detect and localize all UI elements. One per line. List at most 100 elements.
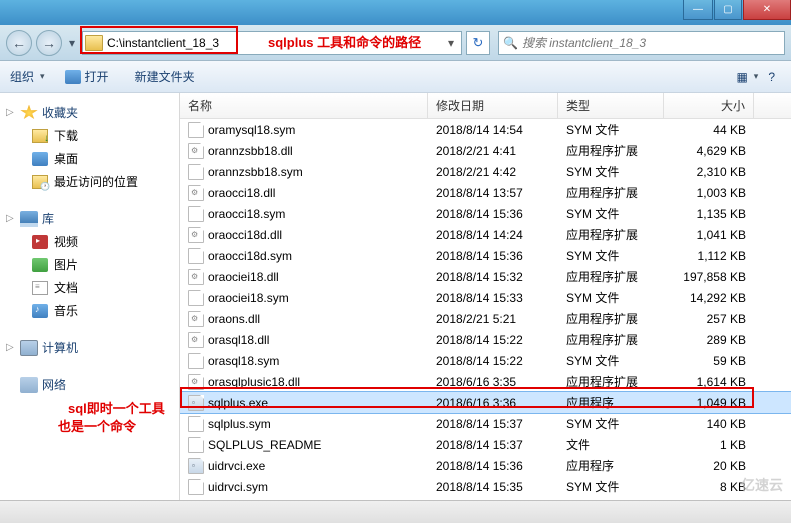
new-folder-button[interactable]: 新建文件夹 — [135, 68, 201, 85]
sidebar-computer[interactable]: ▷计算机 — [0, 336, 179, 359]
pic-icon — [32, 258, 48, 272]
col-type[interactable]: 类型 — [558, 93, 664, 118]
file-name: oraocci18d.dll — [208, 228, 282, 242]
file-row[interactable]: orasql18.sym2018/8/14 15:22SYM 文件59 KB — [180, 350, 791, 371]
doc-icon — [32, 281, 48, 295]
maximize-button[interactable]: ▢ — [714, 0, 742, 20]
file-date: 2018/2/21 4:42 — [428, 165, 558, 179]
file-row[interactable]: oraons.dll2018/2/21 5:21应用程序扩展257 KB — [180, 308, 791, 329]
sidebar-item[interactable]: 桌面 — [0, 147, 179, 170]
open-label: 打开 — [85, 68, 109, 85]
back-button[interactable]: ← — [6, 30, 32, 56]
file-row[interactable]: sqlplus.sym2018/8/14 15:37SYM 文件140 KB — [180, 413, 791, 434]
file-row[interactable]: oramysql18.sym2018/8/14 14:54SYM 文件44 KB — [180, 119, 791, 140]
col-date[interactable]: 修改日期 — [428, 93, 558, 118]
file-icon — [188, 185, 204, 201]
sidebar-item[interactable]: 下载 — [0, 124, 179, 147]
file-icon — [188, 353, 204, 369]
file-icon — [188, 248, 204, 264]
history-dropdown[interactable]: ▾ — [66, 36, 78, 50]
sidebar-item[interactable]: 音乐 — [0, 299, 179, 322]
sidebar-favorites[interactable]: ▷收藏夹 — [0, 101, 179, 124]
file-name: oraons.dll — [208, 312, 260, 326]
file-row[interactable]: oraocci18.dll2018/8/14 13:57应用程序扩展1,003 … — [180, 182, 791, 203]
file-row[interactable]: oraocci18.sym2018/8/14 15:36SYM 文件1,135 … — [180, 203, 791, 224]
file-size: 1,041 KB — [664, 228, 754, 242]
help-button[interactable]: ? — [768, 70, 781, 84]
sidebar-item[interactable]: 视频 — [0, 230, 179, 253]
file-row[interactable]: sqlplus.exe2018/6/16 3:36应用程序1,049 KB — [180, 392, 791, 413]
sidebar-libraries[interactable]: ▷库 — [0, 207, 179, 230]
file-size: 20 KB — [664, 459, 754, 473]
toolbar: 组织 打开 新建文件夹 ▦ ? — [0, 61, 791, 93]
file-type: 应用程序扩展 — [558, 184, 664, 201]
file-name: oramysql18.sym — [208, 123, 295, 137]
sidebar-item-label: 桌面 — [54, 150, 78, 167]
sidebar-item[interactable]: 文档 — [0, 276, 179, 299]
file-row[interactable]: orasqlplusic18.dll2018/6/16 3:35应用程序扩展1,… — [180, 371, 791, 392]
sidebar-item[interactable]: 最近访问的位置 — [0, 170, 179, 193]
close-button[interactable]: ✕ — [743, 0, 791, 20]
search-box[interactable]: 🔍 — [498, 31, 785, 55]
sidebar-item-label: 下载 — [54, 127, 78, 144]
file-size: 1,112 KB — [664, 249, 754, 263]
file-row[interactable]: SQLPLUS_README2018/8/14 15:37文件1 KB — [180, 434, 791, 455]
organize-button[interactable]: 组织 — [10, 68, 45, 85]
file-name: orannzsbb18.dll — [208, 144, 293, 158]
file-type: 应用程序扩展 — [558, 310, 664, 327]
file-type: 应用程序扩展 — [558, 373, 664, 390]
file-row[interactable]: orannzsbb18.sym2018/2/21 4:42SYM 文件2,310… — [180, 161, 791, 182]
file-type: SYM 文件 — [558, 289, 664, 306]
sidebar-item[interactable]: 图片 — [0, 253, 179, 276]
file-date: 2018/8/14 14:54 — [428, 123, 558, 137]
refresh-button[interactable]: ↻ — [466, 31, 490, 55]
file-name: orasql18.sym — [208, 354, 279, 368]
star-icon — [20, 105, 38, 121]
file-type: 应用程序扩展 — [558, 226, 664, 243]
file-size: 289 KB — [664, 333, 754, 347]
file-size: 14,292 KB — [664, 291, 754, 305]
file-type: SYM 文件 — [558, 415, 664, 432]
file-row[interactable]: oraociei18.sym2018/8/14 15:33SYM 文件14,29… — [180, 287, 791, 308]
file-row[interactable]: uidrvci.exe2018/8/14 15:36应用程序20 KB — [180, 455, 791, 476]
sidebar-network[interactable]: 网络 — [0, 373, 179, 396]
file-row[interactable]: orasql18.dll2018/8/14 15:22应用程序扩展289 KB — [180, 329, 791, 350]
forward-button[interactable]: → — [36, 30, 62, 56]
file-name: oraocci18.dll — [208, 186, 275, 200]
file-list[interactable]: 名称 修改日期 类型 大小 oramysql18.sym 2018/8/14 14… — [180, 93, 791, 500]
column-headers: 名称 修改日期 类型 大小 — [180, 93, 791, 119]
folder-icon — [85, 35, 103, 51]
file-name: sqlplus.sym — [208, 417, 271, 431]
view-button[interactable]: ▦ — [736, 70, 758, 84]
file-row[interactable]: orannzsbb18.dll2018/2/21 4:41应用程序扩展4,629… — [180, 140, 791, 161]
file-name: orannzsbb18.sym — [208, 165, 303, 179]
file-row[interactable]: uidrvci.sym2018/8/14 15:35SYM 文件8 KB — [180, 476, 791, 497]
file-type: SYM 文件 — [558, 478, 664, 495]
file-date: 2018/2/21 4:41 — [428, 144, 558, 158]
search-input[interactable] — [522, 36, 780, 50]
col-size[interactable]: 大小 — [664, 93, 754, 118]
file-row[interactable]: oraocci18d.dll2018/8/14 14:24应用程序扩展1,041… — [180, 224, 791, 245]
library-icon — [20, 211, 38, 227]
file-row[interactable]: oraocci18d.sym2018/8/14 15:36SYM 文件1,112… — [180, 245, 791, 266]
file-date: 2018/8/14 15:36 — [428, 459, 558, 473]
file-icon — [188, 416, 204, 432]
file-icon — [188, 311, 204, 327]
file-icon — [188, 290, 204, 306]
file-type: 应用程序扩展 — [558, 142, 664, 159]
file-date: 2018/2/21 5:21 — [428, 312, 558, 326]
open-button[interactable]: 打开 — [65, 68, 115, 85]
file-icon — [188, 458, 204, 474]
file-name: uidrvci.sym — [208, 480, 268, 494]
path-dropdown-icon[interactable]: ▾ — [443, 36, 459, 50]
col-name[interactable]: 名称 — [180, 93, 428, 118]
file-size: 59 KB — [664, 354, 754, 368]
minimize-button[interactable]: — — [683, 0, 713, 20]
file-size: 1,049 KB — [664, 396, 754, 410]
watermark: 亿速云 — [741, 475, 783, 495]
file-name: sqlplus.exe — [208, 396, 268, 410]
file-name: orasqlplusic18.dll — [208, 375, 300, 389]
file-date: 2018/8/14 15:35 — [428, 480, 558, 494]
file-date: 2018/8/14 15:32 — [428, 270, 558, 284]
file-row[interactable]: oraociei18.dll2018/8/14 15:32应用程序扩展197,8… — [180, 266, 791, 287]
